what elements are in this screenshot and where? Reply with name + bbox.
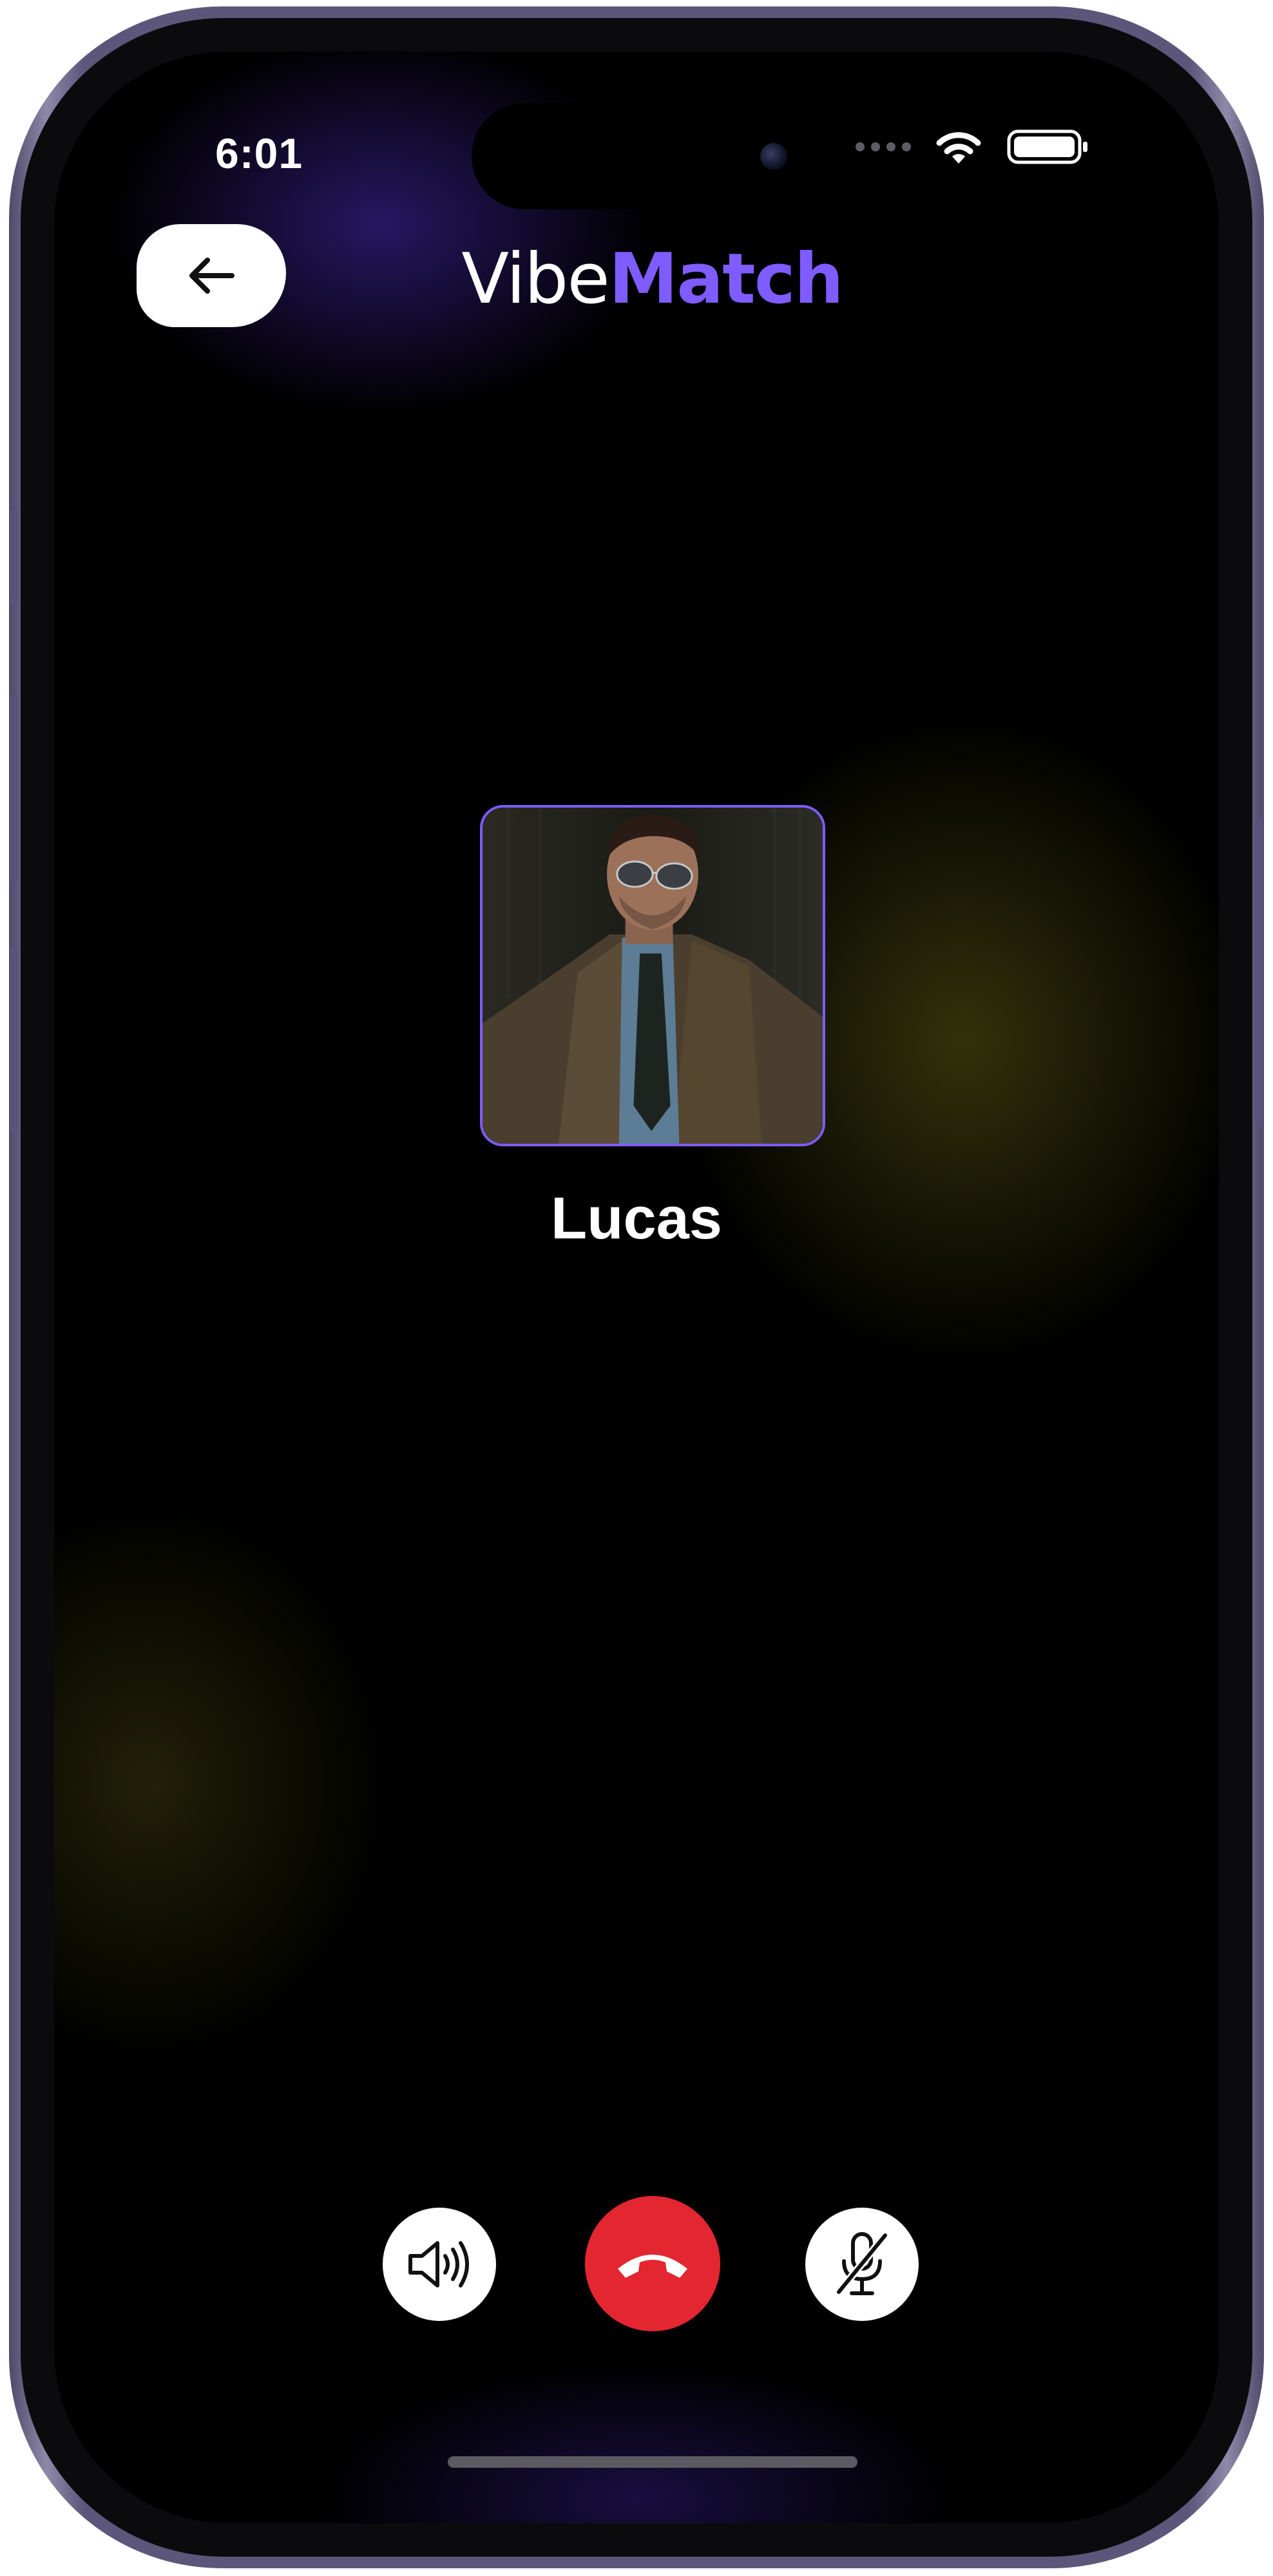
battery-icon bbox=[1006, 128, 1090, 166]
status-time: 6:01 bbox=[215, 129, 303, 177]
mute-button[interactable] bbox=[805, 2208, 919, 2321]
phone-bezel: 6:01 VibeMatch Lucas bbox=[21, 18, 1252, 2557]
phone-frame: 6:01 VibeMatch Lucas bbox=[9, 6, 1264, 2568]
front-camera-icon bbox=[760, 143, 787, 170]
wifi-icon bbox=[933, 128, 984, 166]
end-call-button[interactable] bbox=[585, 2196, 720, 2331]
dynamic-island bbox=[472, 103, 832, 209]
action-button bbox=[10, 509, 18, 605]
home-indicator[interactable] bbox=[448, 2456, 857, 2468]
app-title-match: Match bbox=[608, 239, 844, 319]
caller-name: Lucas bbox=[551, 1186, 722, 1251]
microphone-muted-icon bbox=[835, 2231, 889, 2296]
caller-avatar bbox=[480, 805, 825, 1146]
cellular-signal-icon bbox=[856, 142, 911, 151]
call-screen: 6:01 VibeMatch Lucas bbox=[54, 52, 1219, 2523]
power-button bbox=[1255, 818, 1263, 1127]
status-icons bbox=[856, 128, 1090, 166]
volume-up-button bbox=[10, 696, 18, 882]
volume-down-button bbox=[10, 947, 18, 1133]
app-title-vibe: Vibe bbox=[461, 239, 610, 319]
speaker-button[interactable] bbox=[383, 2208, 496, 2321]
speaker-icon bbox=[408, 2241, 469, 2287]
call-controls bbox=[54, 2196, 1219, 2331]
phone-hangup-icon bbox=[618, 2255, 687, 2278]
app-title: VibeMatch bbox=[54, 245, 1219, 314]
